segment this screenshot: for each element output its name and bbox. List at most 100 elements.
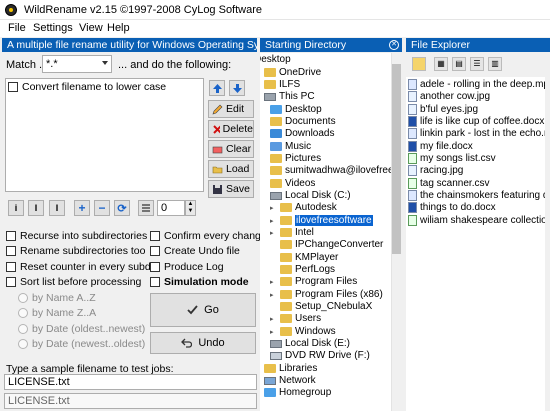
tree-node[interactable]: DVD RW Drive (F:)	[270, 350, 370, 361]
sort-name-az-option[interactable]: by Name A..Z	[18, 292, 96, 304]
small-icons-view-icon[interactable]: ▤	[452, 57, 466, 71]
tree-node[interactable]: PerfLogs	[270, 264, 335, 275]
counter-input[interactable]	[157, 200, 185, 216]
tree-node[interactable]: Libraries	[264, 363, 317, 374]
confirm-checkbox[interactable]	[150, 231, 160, 241]
file-item[interactable]: the chainsmokers featuring daya - don't …	[408, 190, 545, 201]
info-button[interactable]: i	[8, 200, 24, 216]
recurse-checkbox[interactable]	[6, 231, 16, 241]
expand-icon[interactable]: ▸	[270, 291, 277, 299]
sort-list-option[interactable]: Sort list before processing	[6, 276, 141, 288]
expand-icon[interactable]: ▸	[270, 217, 277, 225]
tree-node[interactable]: Videos	[270, 178, 315, 189]
delete-button[interactable]: Delete	[208, 120, 254, 138]
menu-view[interactable]: View	[79, 22, 103, 34]
file-item[interactable]: another cow.jpg	[408, 91, 490, 102]
produce-log-checkbox[interactable]	[150, 262, 160, 272]
confirm-option[interactable]: Confirm every change	[150, 230, 267, 242]
sort-list-checkbox[interactable]	[6, 277, 16, 287]
tree-node[interactable]: ▸ Windows	[270, 326, 336, 337]
add-button[interactable]: +	[74, 200, 90, 216]
reset-counter-checkbox[interactable]	[6, 262, 16, 272]
tree-node[interactable]: Desktop	[260, 54, 291, 65]
tree-node[interactable]: KMPlayer	[270, 252, 338, 263]
menu-file[interactable]: File	[8, 22, 26, 34]
tree-node[interactable]: Network	[264, 375, 316, 386]
file-item[interactable]: b'ful eyes.jpg	[408, 104, 478, 115]
file-item[interactable]: tag scanner.csv	[408, 178, 489, 189]
expand-icon[interactable]: ▸	[270, 278, 277, 286]
sort-date-newest-radio[interactable]	[18, 339, 28, 349]
menu-help[interactable]: Help	[107, 22, 130, 34]
tree-node[interactable]: Setup_CNebulaX	[270, 301, 372, 312]
simulation-checkbox[interactable]	[150, 277, 160, 287]
undo-button[interactable]: Undo	[150, 332, 256, 354]
clear-button[interactable]: Clear	[208, 140, 254, 158]
tree-node[interactable]: OneDrive	[264, 67, 321, 78]
folder-up-icon[interactable]	[412, 57, 426, 71]
details-view-icon[interactable]: ▥	[488, 57, 502, 71]
tree-node[interactable]: sumitwadhwa@ilovefreesoftware	[270, 165, 391, 176]
tree-node[interactable]: This PC	[264, 91, 315, 102]
file-item[interactable]: life is like cup of coffee.docx	[408, 116, 544, 127]
large-icons-view-icon[interactable]: ▦	[434, 57, 448, 71]
tree-node[interactable]: Homegroup	[264, 387, 331, 398]
sort-name-za-radio[interactable]	[18, 308, 28, 318]
tree-node[interactable]: IPChangeConverter	[270, 239, 383, 250]
reset-counter-option[interactable]: Reset counter in every subdir	[6, 261, 157, 273]
simulation-option[interactable]: Simulation mode	[150, 276, 249, 288]
tree-node[interactable]: ▸ Autodesk	[270, 202, 337, 213]
sort-date-oldest-option[interactable]: by Date (oldest..newest)	[18, 323, 145, 335]
tree-node[interactable]: Pictures	[270, 153, 321, 164]
file-list[interactable]: adele - rolling in the deep.mp3 another …	[406, 77, 545, 411]
file-item[interactable]: my songs list.csv	[408, 153, 496, 164]
tree-node[interactable]: Local Disk (E:)	[270, 338, 350, 349]
tree-node[interactable]: Documents	[270, 116, 336, 127]
expand-icon[interactable]: ▸	[270, 204, 277, 212]
load-button[interactable]: Load	[208, 160, 254, 178]
tree-node[interactable]: Local Disk (C:)	[270, 190, 351, 201]
file-item[interactable]: linkin park - lost in the echo.mp3	[408, 128, 545, 139]
rule-checkbox[interactable]	[8, 82, 18, 92]
rename-subdirs-checkbox[interactable]	[6, 246, 16, 256]
reset-button[interactable]: ⟳	[114, 200, 130, 216]
directory-tree[interactable]: Desktop OneDrive ILFS This PC Desktop Do…	[260, 53, 391, 411]
edit-button[interactable]: Edit	[208, 100, 254, 118]
counter-options-button[interactable]	[138, 200, 154, 216]
go-button[interactable]: Go	[150, 293, 256, 327]
produce-log-option[interactable]: Produce Log	[150, 261, 224, 273]
tree-node[interactable]: Downloads	[270, 128, 334, 139]
list-view-icon[interactable]: ☰	[470, 57, 484, 71]
insert-button[interactable]: I	[28, 200, 44, 216]
sort-date-oldest-radio[interactable]	[18, 324, 28, 334]
rule-item[interactable]: Convert filename to lower case	[8, 81, 166, 93]
sort-date-newest-option[interactable]: by Date (newest..oldest)	[18, 338, 145, 350]
tree-scrollbar-thumb[interactable]	[392, 64, 401, 254]
move-down-button[interactable]	[229, 80, 245, 96]
file-item[interactable]: wiliam shakespeare collection.csv	[408, 215, 545, 226]
file-item[interactable]: my file.docx	[408, 141, 473, 152]
rename-subdirs-option[interactable]: Rename subdirectories too	[6, 245, 145, 257]
counter-spinner[interactable]: ▲ ▼	[185, 200, 196, 216]
sort-name-za-option[interactable]: by Name Z..A	[18, 307, 96, 319]
tree-node[interactable]: Music	[270, 141, 311, 152]
close-icon[interactable]: ✕	[389, 40, 399, 50]
tree-node[interactable]: ▸ Program Files (x86)	[270, 289, 383, 300]
tree-node-selected[interactable]: ▸ ilovefreesoftware	[270, 215, 373, 226]
move-up-button[interactable]	[209, 80, 225, 96]
expand-icon[interactable]: ▸	[270, 328, 277, 336]
tree-node[interactable]: ILFS	[264, 79, 300, 90]
tree-node[interactable]: ▸ Users	[270, 313, 321, 324]
rule-list[interactable]: Convert filename to lower case	[5, 78, 204, 192]
file-list-scrollbar[interactable]	[545, 77, 550, 411]
undo-file-option[interactable]: Create Undo file	[150, 245, 240, 257]
tree-node[interactable]: ▸ Intel	[270, 227, 314, 238]
chevron-down-icon[interactable]	[102, 61, 108, 65]
expand-icon[interactable]: ▸	[270, 229, 277, 237]
file-item[interactable]: racing.jpg	[408, 165, 463, 176]
recurse-option[interactable]: Recurse into subdirectories	[6, 230, 147, 242]
expand-icon[interactable]: ▸	[270, 315, 277, 323]
menu-settings[interactable]: Settings	[33, 22, 73, 34]
tree-node[interactable]: Desktop	[270, 104, 322, 115]
undo-file-checkbox[interactable]	[150, 246, 160, 256]
